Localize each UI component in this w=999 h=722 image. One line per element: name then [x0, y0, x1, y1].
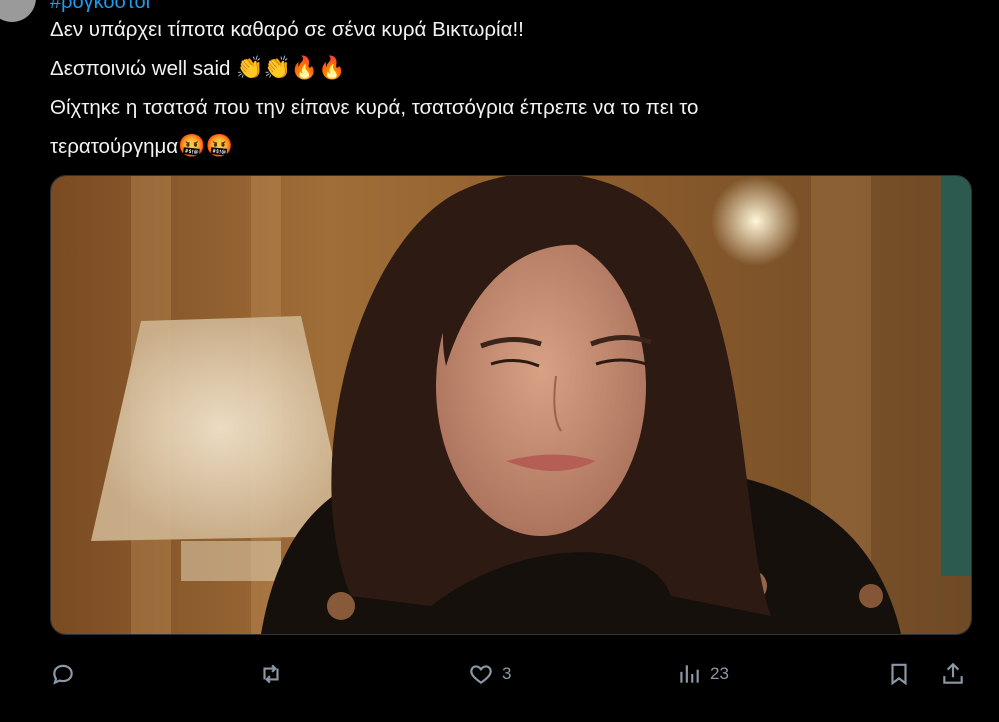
tweet-line-2-text: Δεσποινιώ well said [50, 57, 231, 80]
reply-icon [53, 664, 73, 685]
author-avatar[interactable] [0, 0, 36, 22]
tweet-line-1: Δεν υπάρχει τίποτα καθαρό σε σένα κυρά Β… [50, 18, 524, 41]
tweet-action-bar: 3 23 [0, 650, 999, 700]
tweet-line-2: Δεσποινιώ well said 👏👏🔥🔥 [50, 49, 950, 88]
share-button[interactable] [940, 656, 966, 692]
retweet-button[interactable] [258, 656, 292, 692]
share-icon [943, 662, 963, 684]
bookmark-button[interactable] [886, 656, 912, 692]
tweet-line-4-text: τερατούργημα [50, 135, 179, 158]
tweet-line-3: Θίχτηκε η τσατσά που την είπανε κυρά, τσ… [50, 96, 699, 119]
clap-fire-emojis: 👏👏🔥🔥 [236, 56, 346, 81]
tweet-line-4: τερατούργημα🤬🤬 [50, 127, 950, 166]
views-bar-chart-icon [680, 665, 699, 683]
like-count: 3 [502, 664, 512, 683]
views-count: 23 [710, 664, 729, 683]
retweet-icon [263, 664, 279, 684]
views-button[interactable]: 23 [676, 656, 729, 692]
reply-button[interactable] [50, 656, 84, 692]
heart-icon [470, 665, 492, 684]
video-still-image [51, 176, 971, 634]
like-button[interactable]: 3 [468, 656, 511, 692]
tweet-video-frame[interactable] [50, 175, 972, 635]
tweet-text: Δεν υπάρχει τίποτα καθαρό σε σένα κυρά Β… [50, 10, 950, 166]
bookmark-icon [891, 663, 907, 686]
angry-cursing-emojis: 🤬🤬 [178, 134, 233, 159]
